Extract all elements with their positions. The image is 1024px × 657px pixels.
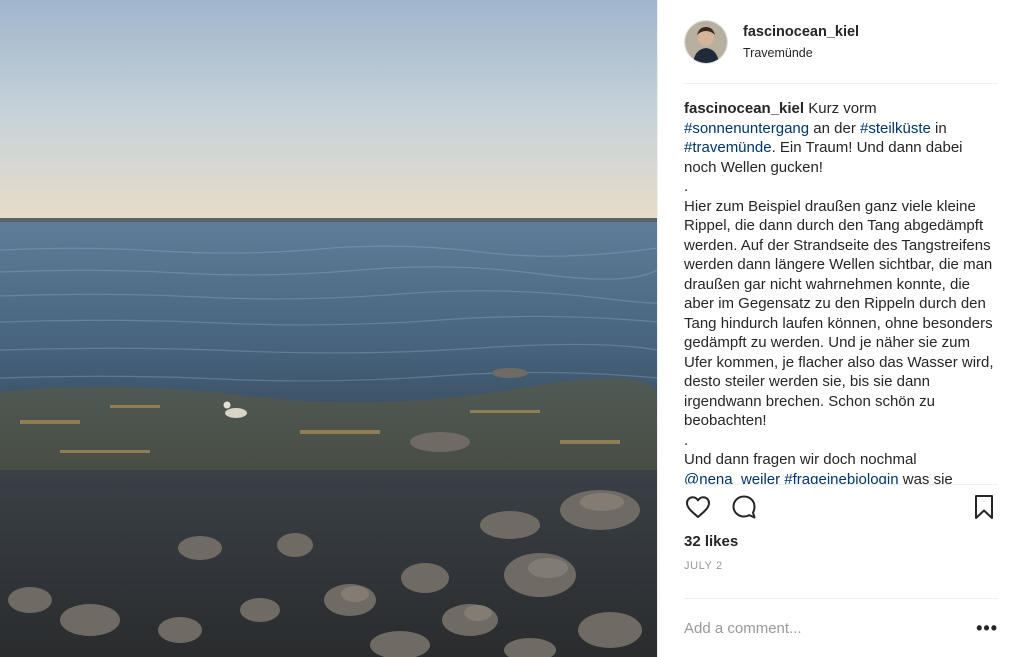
mention-nena-weiler[interactable]: @nena_weiler [684, 471, 780, 485]
caption-text: Und dann fragen wir doch nochmal [684, 451, 917, 468]
hashtag-frageinebiologin[interactable]: #frageinebiologin [784, 471, 898, 485]
hashtag-travemuende[interactable]: #travemünde [684, 139, 772, 156]
header-username-link[interactable]: fascinocean_kiel [743, 24, 859, 40]
caption-separator: . [684, 431, 689, 449]
avatar[interactable] [684, 19, 728, 64]
comment-input[interactable] [684, 619, 974, 637]
like-button[interactable] [684, 493, 712, 521]
caption-paragraph-2: Hier zum Beispiel draußen ganz viele kle… [684, 197, 994, 430]
likes-count[interactable]: 32 likes [684, 533, 998, 550]
caption: fascinocean_kiel Kurz vorm #sonnenunterg… [684, 84, 998, 484]
post-header: fascinocean_kiel Travemünde [684, 0, 998, 84]
post-date[interactable]: JULY 2 [684, 560, 998, 572]
caption-text: in [930, 119, 947, 137]
caption-text: Kurz vorm [804, 100, 877, 117]
instagram-post: fascinocean_kiel Travemünde fascinocean_… [0, 0, 1024, 657]
more-options-button[interactable]: ••• [974, 618, 998, 639]
save-button[interactable] [970, 493, 998, 521]
hashtag-sonnenuntergang[interactable]: #sonnenuntergang [684, 120, 809, 137]
comment-button[interactable] [730, 493, 758, 521]
seashore-image [0, 0, 657, 657]
caption-paragraph-3: Und dann fragen wir doch nochmal @nena_w… [684, 450, 998, 484]
bookmark-icon [975, 495, 993, 519]
comment-icon [732, 495, 756, 519]
location-link[interactable]: Travemünde [743, 46, 859, 60]
heart-icon [686, 496, 710, 518]
action-bar [684, 484, 998, 529]
caption-username-link[interactable]: fascinocean_kiel [684, 100, 804, 117]
post-side-panel: fascinocean_kiel Travemünde fascinocean_… [657, 0, 1024, 657]
caption-paragraph-1: fascinocean_kiel Kurz vorm #sonnenunterg… [684, 99, 998, 177]
caption-separator: . [684, 178, 689, 195]
post-photo[interactable] [0, 0, 657, 657]
hashtag-steilkueste[interactable]: #steilküste [860, 120, 931, 137]
header-text: fascinocean_kiel Travemünde [743, 24, 859, 60]
caption-text: was sie [898, 470, 953, 485]
caption-text: an der [809, 119, 860, 137]
avatar-image [685, 20, 727, 63]
comment-bar: ••• [684, 598, 998, 657]
